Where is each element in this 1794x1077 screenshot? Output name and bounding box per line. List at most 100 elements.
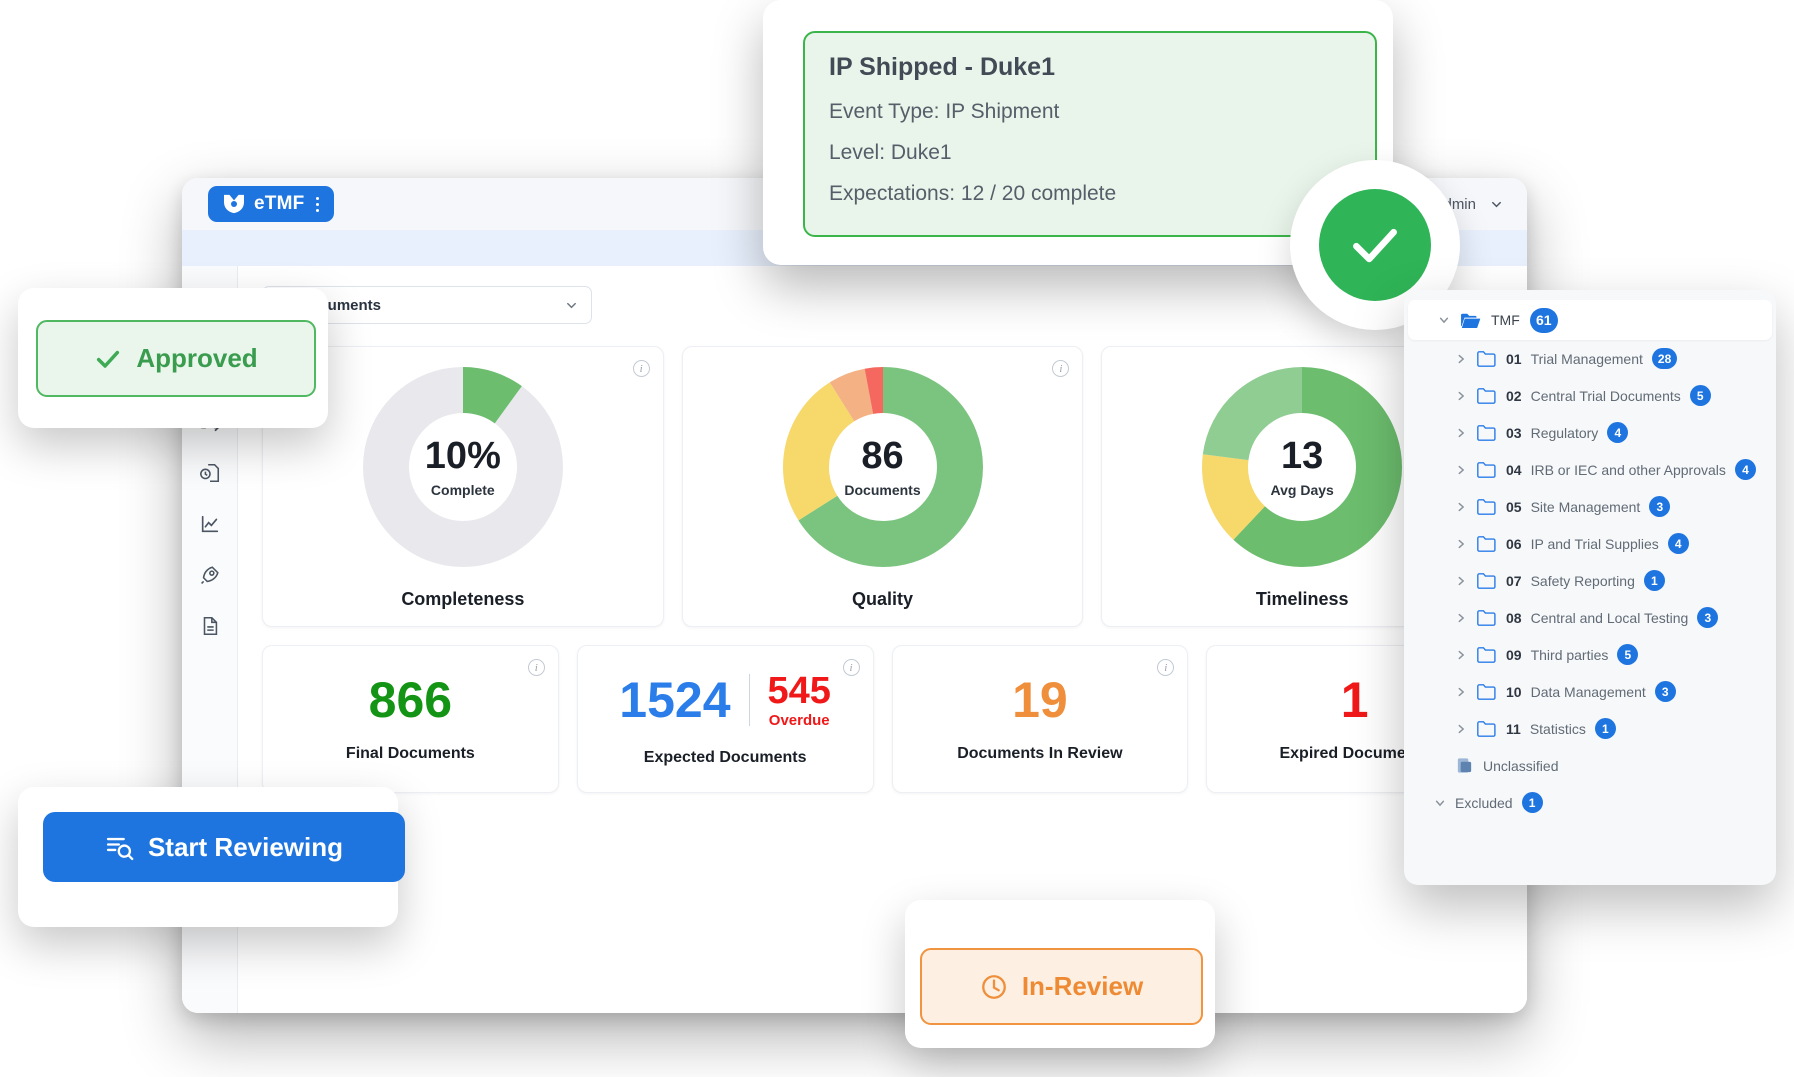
review-search-icon	[106, 837, 134, 860]
chevron-down-icon[interactable]	[1438, 314, 1450, 326]
info-icon[interactable]: i	[842, 659, 860, 676]
tree-row-08[interactable]: 08 Central and Local Testing 3	[1404, 599, 1776, 636]
chevron-right-icon[interactable]	[1455, 353, 1467, 365]
tree-row-unclassified[interactable]: Unclassified	[1404, 747, 1776, 784]
chevron-right-icon[interactable]	[1455, 390, 1467, 402]
tree-excluded-badge: 1	[1521, 792, 1543, 813]
kebab-menu-icon[interactable]	[316, 196, 320, 212]
donut-center-quality: 86 Documents	[783, 367, 983, 567]
tree-item-label: IRB or IEC and other Approvals	[1530, 461, 1726, 478]
tree-item-badge: 3	[1697, 607, 1719, 628]
folder-icon	[1477, 721, 1496, 737]
donut-timeliness: 13 Avg Days	[1202, 367, 1403, 567]
tree-item-label: Site Management	[1530, 498, 1641, 515]
metric-sublabel: Complete	[430, 481, 495, 498]
tree-root-label: TMF	[1491, 312, 1520, 328]
metric-sublabel: Avg Days	[1270, 481, 1334, 498]
donut-card-row: i 10% Complete Completeness i 86 Documen…	[262, 346, 1504, 627]
folder-icon	[1477, 610, 1496, 626]
kpi-overdue-group: 545 Overdue	[768, 672, 831, 729]
tree-row-07[interactable]: 07 Safety Reporting 1	[1404, 562, 1776, 599]
chevron-right-icon[interactable]	[1455, 538, 1467, 550]
etmf-shield-icon	[224, 194, 244, 214]
tree-item-number: 10	[1506, 683, 1522, 700]
tree-item-label: Regulatory	[1530, 424, 1599, 441]
donut-quality: 86 Documents	[782, 367, 983, 567]
chevron-down-icon[interactable]	[1434, 797, 1446, 809]
tree-row-excluded[interactable]: Excluded 1	[1404, 784, 1776, 821]
folder-icon	[1477, 536, 1496, 552]
chevron-right-icon[interactable]	[1455, 649, 1467, 661]
document-icon[interactable]	[199, 615, 221, 637]
chevron-down-icon	[1492, 201, 1501, 207]
donut-center-completeness: 10% Complete	[363, 367, 563, 567]
folder-icon	[1477, 647, 1496, 663]
tree-item-label: Central and Local Testing	[1530, 609, 1689, 626]
tree-row-02[interactable]: 02 Central Trial Documents 5	[1404, 377, 1776, 414]
chevron-right-icon[interactable]	[1455, 575, 1467, 587]
chevron-right-icon[interactable]	[1455, 464, 1467, 476]
metric-value: 86	[861, 434, 904, 477]
screenshot-root: eTMF Studies Admin	[0, 0, 1794, 1077]
chevron-right-icon[interactable]	[1455, 686, 1467, 698]
chart-line-icon[interactable]	[199, 513, 221, 535]
rocket-icon[interactable]	[199, 564, 221, 586]
dashboard-content: All Documents i 10% Complete Completenes…	[238, 266, 1527, 1013]
chevron-right-icon[interactable]	[1455, 427, 1467, 439]
info-icon[interactable]: i	[527, 659, 545, 676]
tree-item-badge: 4	[1607, 422, 1629, 443]
tree-item-number: 05	[1506, 498, 1522, 515]
tree-item-badge: 3	[1654, 681, 1676, 702]
kpi-expected-documents: i 1524 545 Overdue Expected Documents	[576, 645, 874, 793]
etmf-logo-button[interactable]: eTMF	[208, 186, 335, 222]
tmf-tree-panel: TMF 61 01 Trial Management 28 02 Central Tri…	[1404, 290, 1776, 885]
tree-root-badge: 61	[1529, 307, 1558, 333]
tree-row-06[interactable]: 06 IP and Trial Supplies 4	[1404, 525, 1776, 562]
info-icon[interactable]: i	[1157, 659, 1175, 676]
check-icon	[97, 350, 120, 368]
info-icon[interactable]: i	[1052, 360, 1070, 377]
tree-row-04[interactable]: 04 IRB or IEC and other Approvals 4	[1404, 451, 1776, 488]
tree-item-badge: 3	[1649, 496, 1671, 517]
approved-status-badge[interactable]: Approved	[36, 320, 316, 397]
tree-item-list: 01 Trial Management 28 02 Central Trial Docu…	[1404, 340, 1776, 747]
tree-row-03[interactable]: 03 Regulatory 4	[1404, 414, 1776, 451]
folder-open-icon	[1461, 313, 1481, 328]
tree-item-badge: 1	[1643, 570, 1665, 591]
tree-row-10[interactable]: 10 Data Management 3	[1404, 673, 1776, 710]
tree-item-number: 08	[1506, 609, 1522, 626]
document-clock-icon[interactable]	[199, 462, 221, 484]
event-tooltip: IP Shipped - Duke1 Event Type: IP Shipme…	[803, 31, 1377, 237]
kpi-value: 1524	[619, 672, 731, 728]
metric-value: 13	[1281, 434, 1324, 477]
chevron-down-icon	[567, 302, 576, 308]
chevron-right-icon[interactable]	[1455, 723, 1467, 735]
approved-label: Approved	[136, 343, 258, 373]
chevron-right-icon[interactable]	[1455, 612, 1467, 624]
chevron-right-icon[interactable]	[1455, 501, 1467, 513]
tree-item-number: 07	[1506, 572, 1522, 589]
kpi-value: 1	[1340, 672, 1369, 728]
etmf-logo-label: eTMF	[254, 193, 305, 214]
tree-row-11[interactable]: 11 Statistics 1	[1404, 710, 1776, 747]
folder-icon	[1477, 684, 1496, 700]
tree-item-badge: 1	[1594, 718, 1616, 739]
tree-item-number: 02	[1506, 387, 1522, 404]
start-reviewing-button[interactable]: Start Reviewing	[43, 812, 405, 882]
unclassified-document-icon	[1457, 758, 1472, 773]
tree-row-tmf-root[interactable]: TMF 61	[1408, 300, 1772, 340]
tree-item-label: Safety Reporting	[1530, 572, 1635, 589]
tree-unclassified-label: Unclassified	[1483, 757, 1559, 774]
donut-completeness: 10% Complete	[362, 367, 563, 567]
divider	[748, 674, 750, 726]
tree-row-09[interactable]: 09 Third parties 5	[1404, 636, 1776, 673]
tree-row-05[interactable]: 05 Site Management 3	[1404, 488, 1776, 525]
tree-row-01[interactable]: 01 Trial Management 28	[1404, 340, 1776, 377]
folder-icon	[1477, 573, 1496, 589]
in-review-status-badge[interactable]: In-Review	[920, 948, 1203, 1025]
info-icon[interactable]: i	[632, 360, 650, 377]
tree-item-label: Central Trial Documents	[1530, 387, 1681, 404]
in-review-label: In-Review	[1021, 971, 1144, 1001]
tooltip-title: IP Shipped - Duke1	[829, 53, 1055, 81]
tree-item-number: 03	[1506, 424, 1522, 441]
